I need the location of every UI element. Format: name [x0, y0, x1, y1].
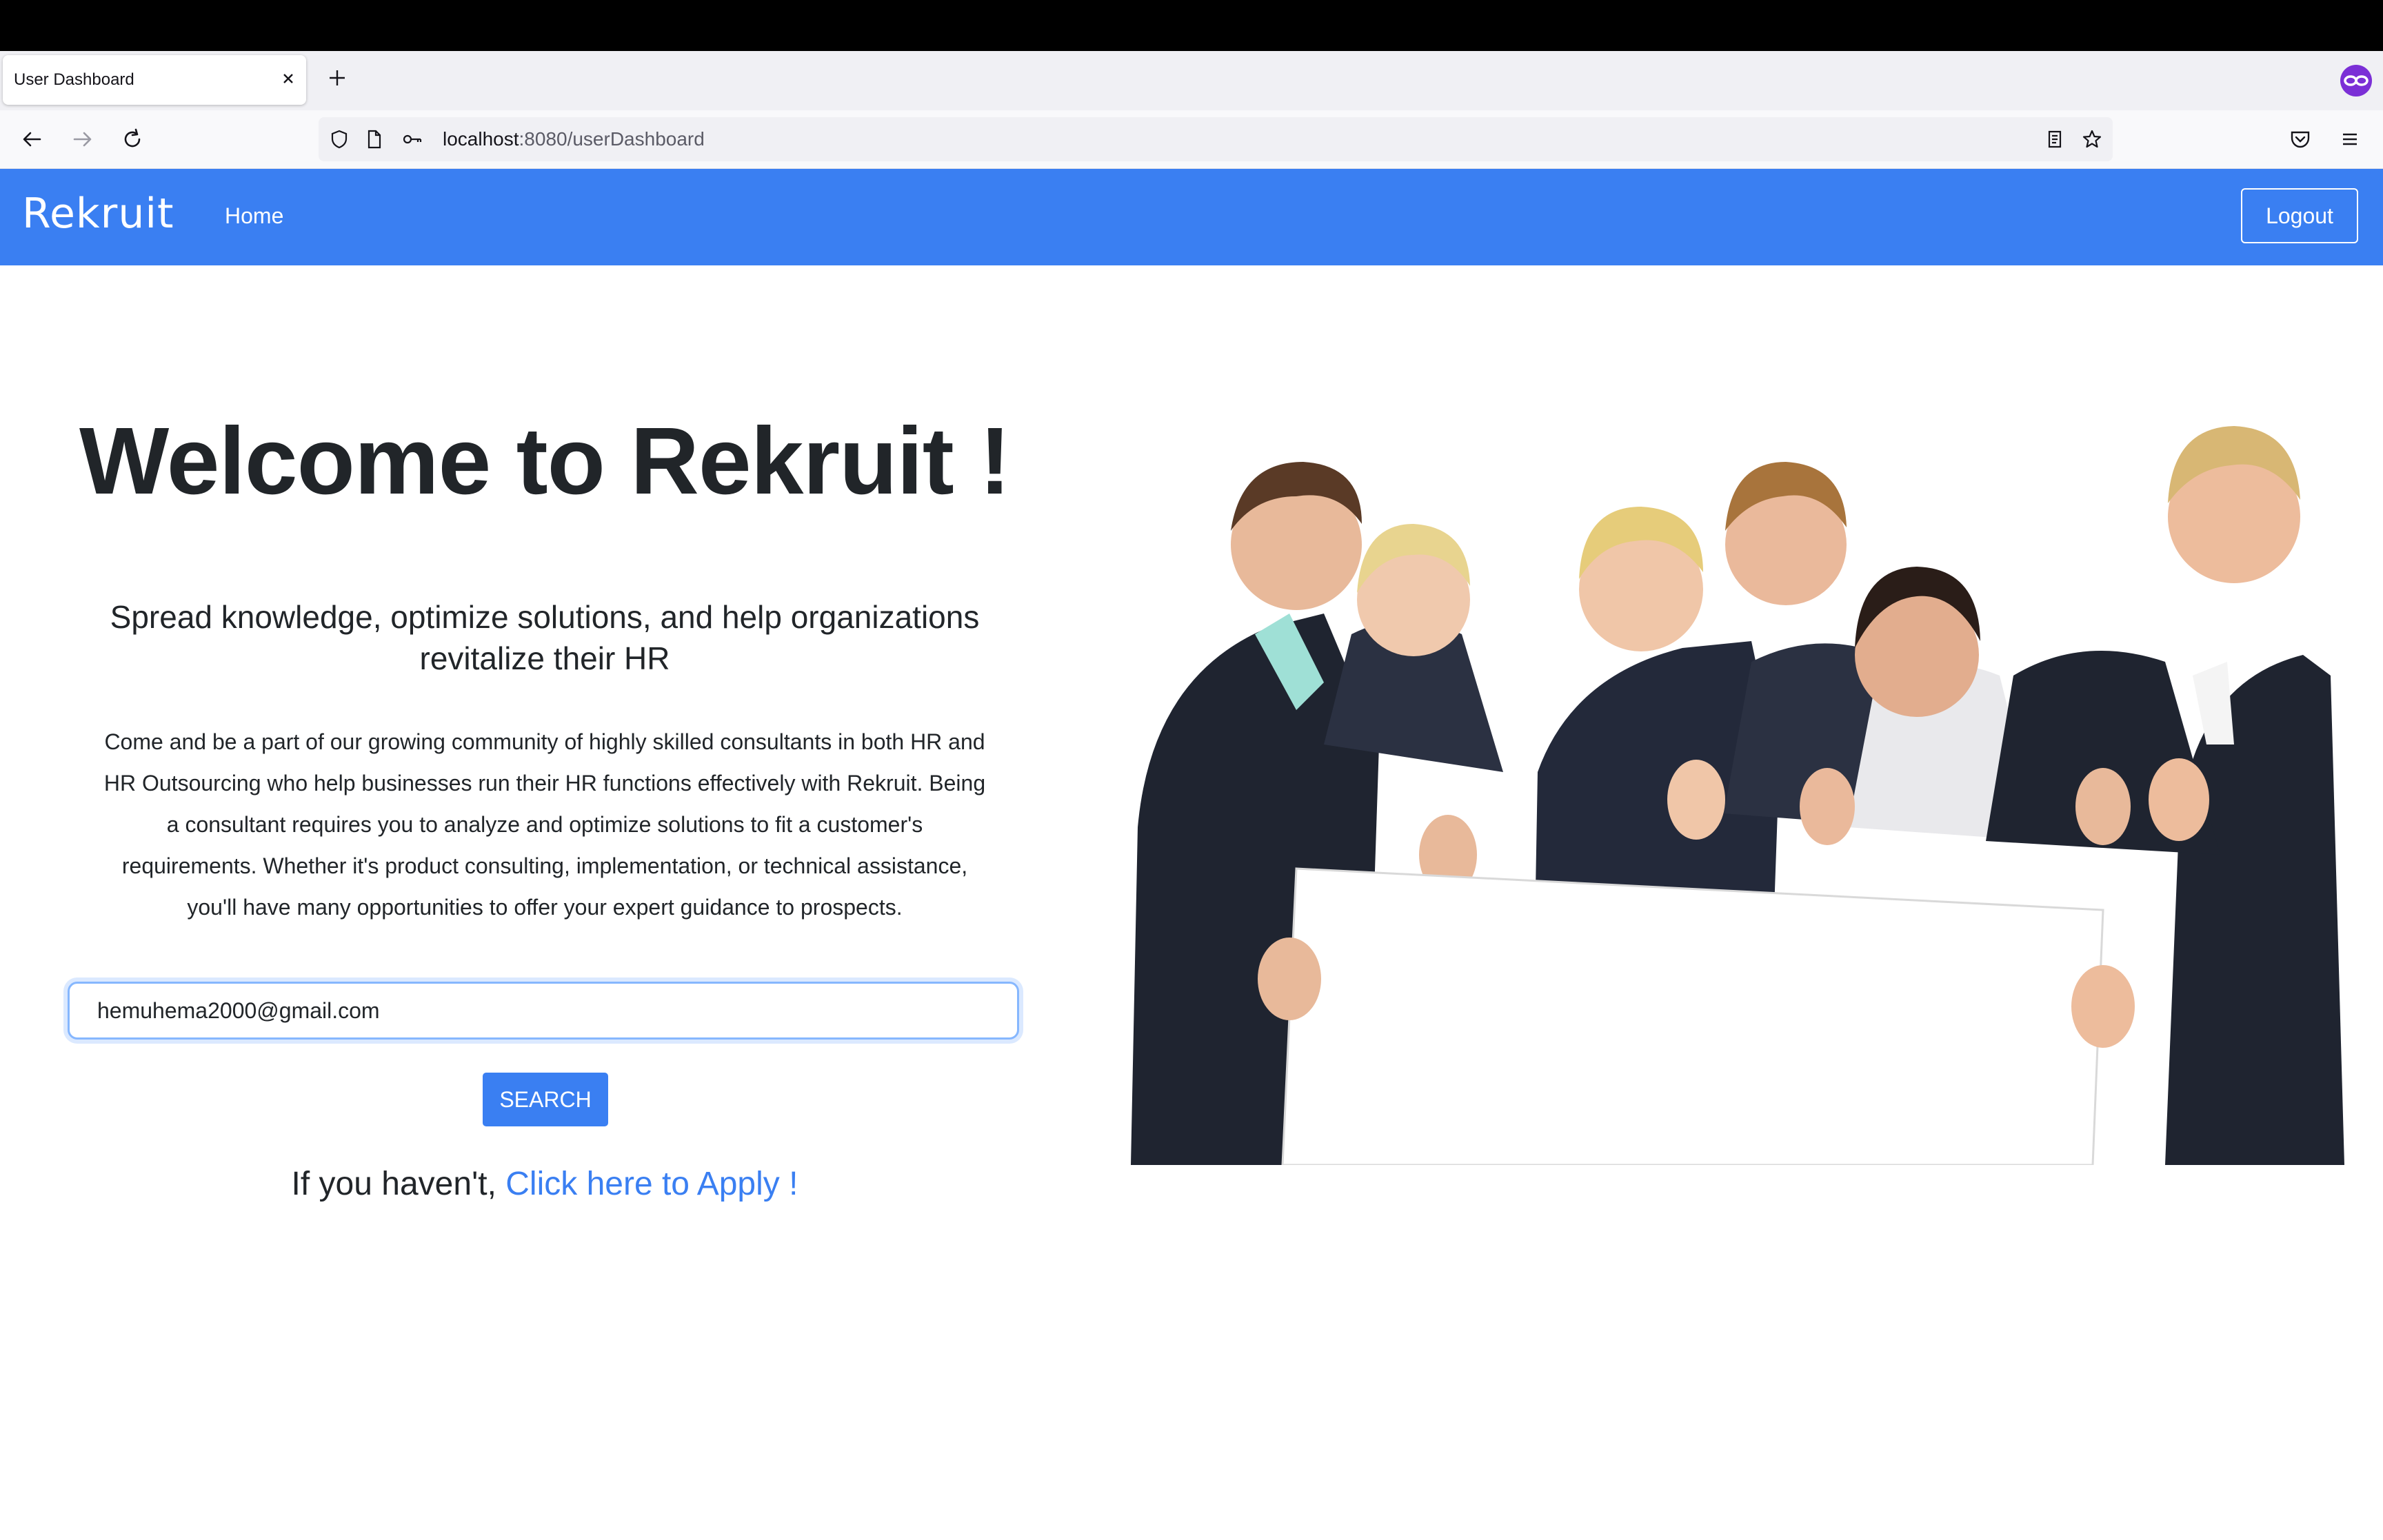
shield-icon[interactable] [328, 128, 350, 150]
subtitle-line: Spread knowledge, optimize solutions, an… [110, 599, 980, 635]
menu-icon[interactable] [2335, 124, 2365, 154]
page-subtitle: Spread knowledge, optimize solutions, an… [69, 596, 1020, 679]
reload-icon[interactable] [117, 124, 148, 154]
back-arrow-icon[interactable] [17, 124, 47, 154]
apply-prompt: If you haven't, Click here to Apply ! [0, 1165, 1089, 1203]
page-icon[interactable] [363, 128, 385, 150]
tab-title: User Dashboard [14, 70, 134, 89]
tab-strip: User Dashboard [0, 51, 2383, 110]
email-search-input[interactable] [68, 982, 1019, 1040]
url-text[interactable]: localhost:8080/userDashboard [443, 128, 705, 150]
new-tab-icon[interactable] [327, 68, 348, 88]
logout-button[interactable]: Logout [2241, 188, 2358, 243]
subtitle-line: revitalize their HR [419, 640, 670, 676]
close-tab-icon[interactable] [279, 69, 298, 88]
intro-line: you'll have many opportunities to offer … [187, 895, 903, 920]
url-host: localhost [443, 128, 519, 150]
intro-line: requirements. Whether it's product consu… [121, 853, 968, 878]
intro-paragraph: Come and be a part of our growing commun… [69, 721, 1020, 928]
bookmark-star-icon[interactable] [2081, 128, 2103, 150]
team-illustration [1131, 426, 2344, 1165]
browser-toolbar: localhost:8080/userDashboard [0, 110, 2383, 169]
intro-line: Come and be a part of our growing commun… [104, 729, 985, 754]
app-navbar: Rekruit Home Logout [0, 169, 2383, 265]
brand-logo[interactable]: Rekruit [22, 190, 174, 238]
intro-line: a consultant requires you to analyze and… [166, 812, 923, 837]
search-button[interactable]: SEARCH [483, 1073, 608, 1126]
key-icon[interactable] [401, 128, 423, 150]
apply-link[interactable]: Click here to Apply ! [505, 1166, 798, 1202]
intro-line: HR Outsourcing who help businesses run t… [103, 771, 986, 796]
apply-prefix: If you haven't, [291, 1166, 506, 1202]
address-bar[interactable]: localhost:8080/userDashboard [319, 117, 2113, 161]
browser-tab[interactable]: User Dashboard [3, 55, 306, 105]
system-top-bar [0, 0, 2383, 51]
private-browsing-icon[interactable] [2340, 65, 2372, 97]
forward-arrow-icon[interactable] [68, 124, 98, 154]
url-path: :8080/userDashboard [519, 128, 705, 150]
nav-home-link[interactable]: Home [225, 203, 283, 229]
reader-view-icon[interactable] [2044, 128, 2066, 150]
pocket-icon[interactable] [2285, 124, 2315, 154]
page-title: Welcome to Rekruit ! [79, 408, 1011, 514]
